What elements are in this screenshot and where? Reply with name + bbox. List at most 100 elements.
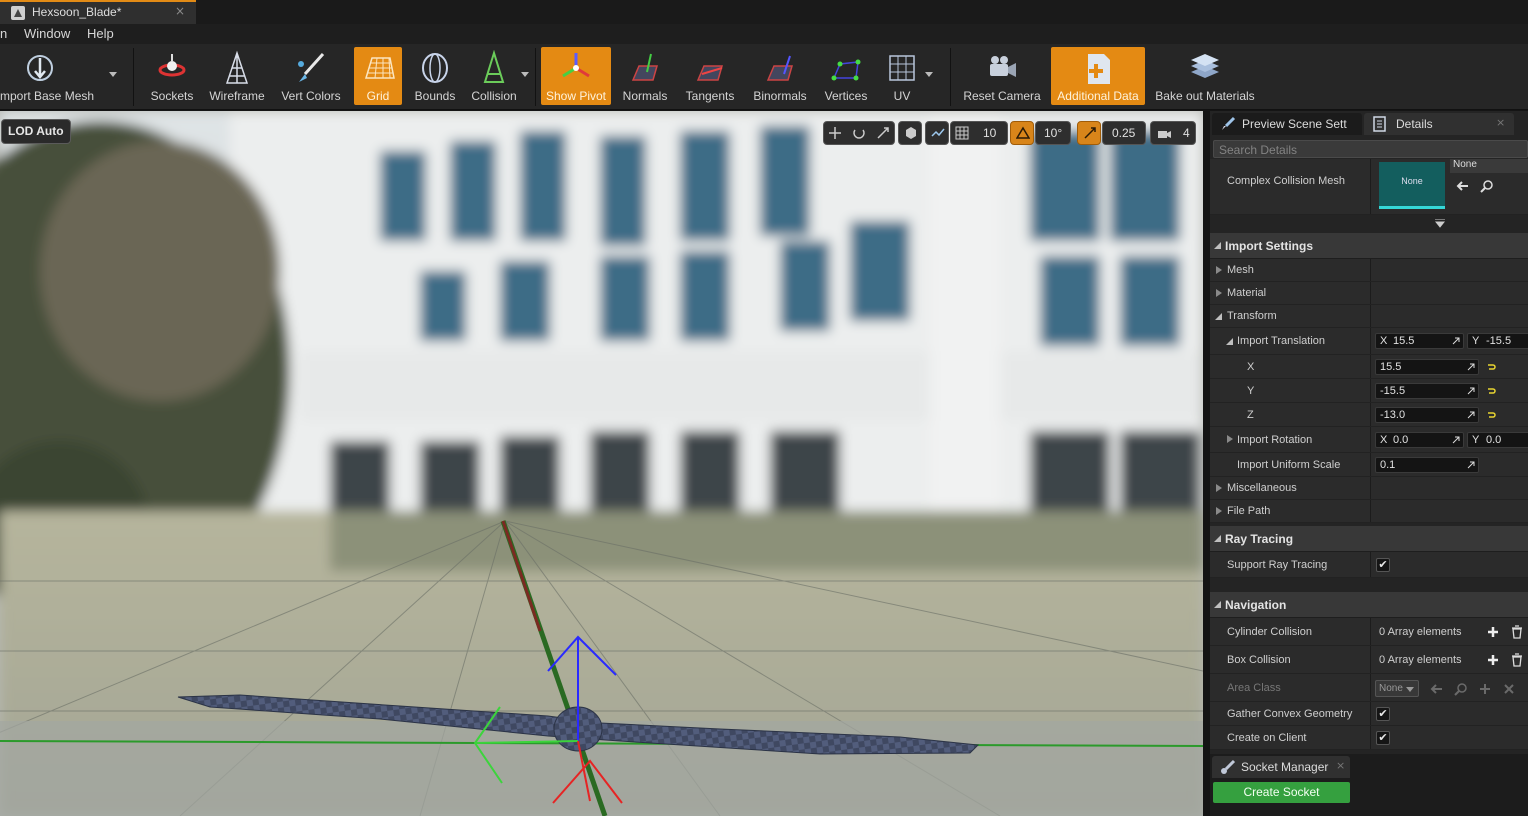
reset-to-default-icon[interactable]	[1486, 410, 1496, 420]
clear-icon[interactable]	[1502, 682, 1516, 696]
trash-icon[interactable]	[1510, 625, 1524, 639]
reset-camera-button[interactable]: Reset Camera	[960, 47, 1044, 105]
area-class-dropdown[interactable]: None	[1375, 680, 1419, 697]
close-tab-icon[interactable]: ×	[175, 4, 185, 18]
bake-out-materials-button[interactable]: Bake out Materials	[1150, 47, 1260, 105]
chevron-down-icon[interactable]	[109, 72, 117, 77]
collapse-arrow-icon[interactable]	[1226, 338, 1233, 345]
rotation-x-field[interactable]: X 0.0	[1375, 432, 1464, 448]
create-socket-button[interactable]: Create Socket	[1213, 782, 1350, 803]
add-element-icon[interactable]	[1486, 653, 1500, 667]
transform-subcategory-row[interactable]: Transform	[1210, 305, 1528, 328]
additional-data-button[interactable]: Additional Data	[1051, 47, 1145, 105]
material-subcategory-row[interactable]: Material	[1210, 282, 1528, 305]
normals-button[interactable]: Normals	[616, 47, 674, 105]
menu-item-truncated[interactable]: n	[0, 26, 7, 41]
miscellaneous-subcategory-row[interactable]: Miscellaneous	[1210, 477, 1528, 500]
menu-item-help[interactable]: Help	[87, 26, 114, 41]
uniform-scale-input[interactable]: 0.1	[1375, 457, 1479, 473]
translation-x-input[interactable]: 15.5	[1375, 359, 1479, 375]
world-local-toggle[interactable]	[898, 121, 922, 145]
expand-arrow-icon[interactable]	[1216, 266, 1222, 274]
expand-arrow-icon[interactable]	[1216, 289, 1222, 297]
grid-snap-group[interactable]: 10	[950, 121, 1008, 145]
collapse-arrow-icon[interactable]	[1214, 535, 1221, 542]
expand-value-icon[interactable]	[1467, 387, 1475, 395]
mesh-thumbnail[interactable]: None	[1379, 162, 1445, 209]
sockets-button[interactable]: Sockets	[142, 47, 202, 105]
rotation-snap-toggle[interactable]	[1010, 121, 1034, 145]
document-tab[interactable]: Hexsoon_Blade* ×	[0, 0, 196, 24]
scale-icon[interactable]	[876, 126, 890, 140]
import-settings-category[interactable]: Import Settings	[1210, 233, 1528, 259]
grid-button[interactable]: Grid	[354, 47, 402, 105]
collapse-arrow-icon[interactable]	[1214, 242, 1221, 249]
rotate-icon[interactable]	[852, 126, 866, 140]
support-ray-tracing-checkbox[interactable]: ✔	[1376, 558, 1390, 572]
browse-search-icon[interactable]	[1454, 682, 1468, 696]
add-element-icon[interactable]	[1486, 625, 1500, 639]
use-selected-arrow-icon[interactable]	[1430, 682, 1444, 696]
scale-snap-value-box[interactable]: 0.25	[1102, 121, 1146, 145]
expand-arrow-icon[interactable]	[1227, 435, 1233, 443]
chevron-down-icon[interactable]	[925, 72, 933, 77]
collision-button[interactable]: Collision	[466, 47, 522, 105]
use-selected-arrow-icon[interactable]	[1456, 179, 1470, 193]
create-on-client-checkbox[interactable]: ✔	[1376, 731, 1390, 745]
search-details-input[interactable]: Search Details	[1213, 140, 1528, 158]
collapse-arrow-icon[interactable]	[1215, 313, 1222, 320]
browse-search-icon[interactable]	[1480, 179, 1494, 193]
import-base-mesh-button[interactable]: mport Base Mesh	[0, 47, 100, 105]
reset-to-default-icon[interactable]	[1486, 362, 1496, 372]
transform-mode-group[interactable]	[823, 121, 895, 145]
vertices-button[interactable]: Vertices	[818, 47, 874, 105]
expand-value-icon[interactable]	[1467, 363, 1475, 371]
tab-details[interactable]: Details ×	[1364, 113, 1514, 135]
rotation-y-field[interactable]: Y 0.0	[1467, 432, 1528, 448]
binormals-button[interactable]: Binormals	[748, 47, 812, 105]
wireframe-button[interactable]: Wireframe	[206, 47, 268, 105]
ray-tracing-category[interactable]: Ray Tracing	[1210, 526, 1528, 552]
expand-value-icon[interactable]	[1467, 411, 1475, 419]
surface-snap-toggle[interactable]	[925, 121, 949, 145]
expand-value-icon[interactable]	[1452, 337, 1460, 345]
camera-speed-button[interactable]: 4	[1150, 121, 1196, 145]
collapse-arrow-icon[interactable]	[1214, 601, 1221, 608]
move-icon[interactable]	[828, 126, 842, 140]
expand-arrow-icon[interactable]	[1216, 484, 1222, 492]
translation-x-field[interactable]: X 15.5	[1375, 333, 1464, 349]
mesh-subcategory-row[interactable]: Mesh	[1210, 259, 1528, 282]
menu-item-window[interactable]: Window	[24, 26, 70, 41]
reset-to-default-icon[interactable]	[1486, 386, 1496, 396]
file-path-subcategory-row[interactable]: File Path	[1210, 500, 1528, 523]
advanced-expander[interactable]	[1210, 215, 1528, 232]
add-icon[interactable]	[1478, 682, 1492, 696]
lod-auto-button[interactable]: LOD Auto	[1, 119, 71, 144]
expand-arrow-icon[interactable]	[1216, 507, 1222, 515]
tab-socket-manager[interactable]: Socket Manager ×	[1212, 756, 1350, 778]
close-icon[interactable]: ×	[1336, 759, 1345, 772]
show-pivot-button[interactable]: Show Pivot	[541, 47, 611, 105]
trash-icon[interactable]	[1510, 653, 1524, 667]
vert-colors-button[interactable]: Vert Colors	[276, 47, 346, 105]
scale-snap-toggle[interactable]	[1077, 121, 1101, 145]
gather-convex-geometry-checkbox[interactable]: ✔	[1376, 707, 1390, 721]
mesh-asset-combo[interactable]: None	[1450, 159, 1528, 173]
create-on-client-label: Create on Client	[1227, 731, 1307, 744]
expand-value-icon[interactable]	[1467, 461, 1475, 469]
translation-y-field[interactable]: Y -15.5	[1467, 333, 1528, 349]
tangents-button[interactable]: Tangents	[680, 47, 740, 105]
navigation-category[interactable]: Navigation	[1210, 592, 1528, 618]
splitter[interactable]	[1203, 111, 1210, 816]
expand-arrow-icon[interactable]	[1435, 219, 1445, 228]
translation-z-input[interactable]: -13.0	[1375, 407, 1479, 423]
uv-button[interactable]: UV	[880, 47, 924, 105]
chevron-down-icon[interactable]	[521, 72, 529, 77]
translation-y-input[interactable]: -15.5	[1375, 383, 1479, 399]
rotation-snap-value-box[interactable]: 10°	[1035, 121, 1071, 145]
bounds-button[interactable]: Bounds	[408, 47, 462, 105]
expand-value-icon[interactable]	[1452, 436, 1460, 444]
close-icon[interactable]: ×	[1496, 116, 1505, 129]
mesh-viewport[interactable]: LOD Auto 10 10° 0.25 4	[0, 111, 1203, 816]
tab-preview-scene-settings[interactable]: Preview Scene Sett	[1212, 113, 1362, 135]
